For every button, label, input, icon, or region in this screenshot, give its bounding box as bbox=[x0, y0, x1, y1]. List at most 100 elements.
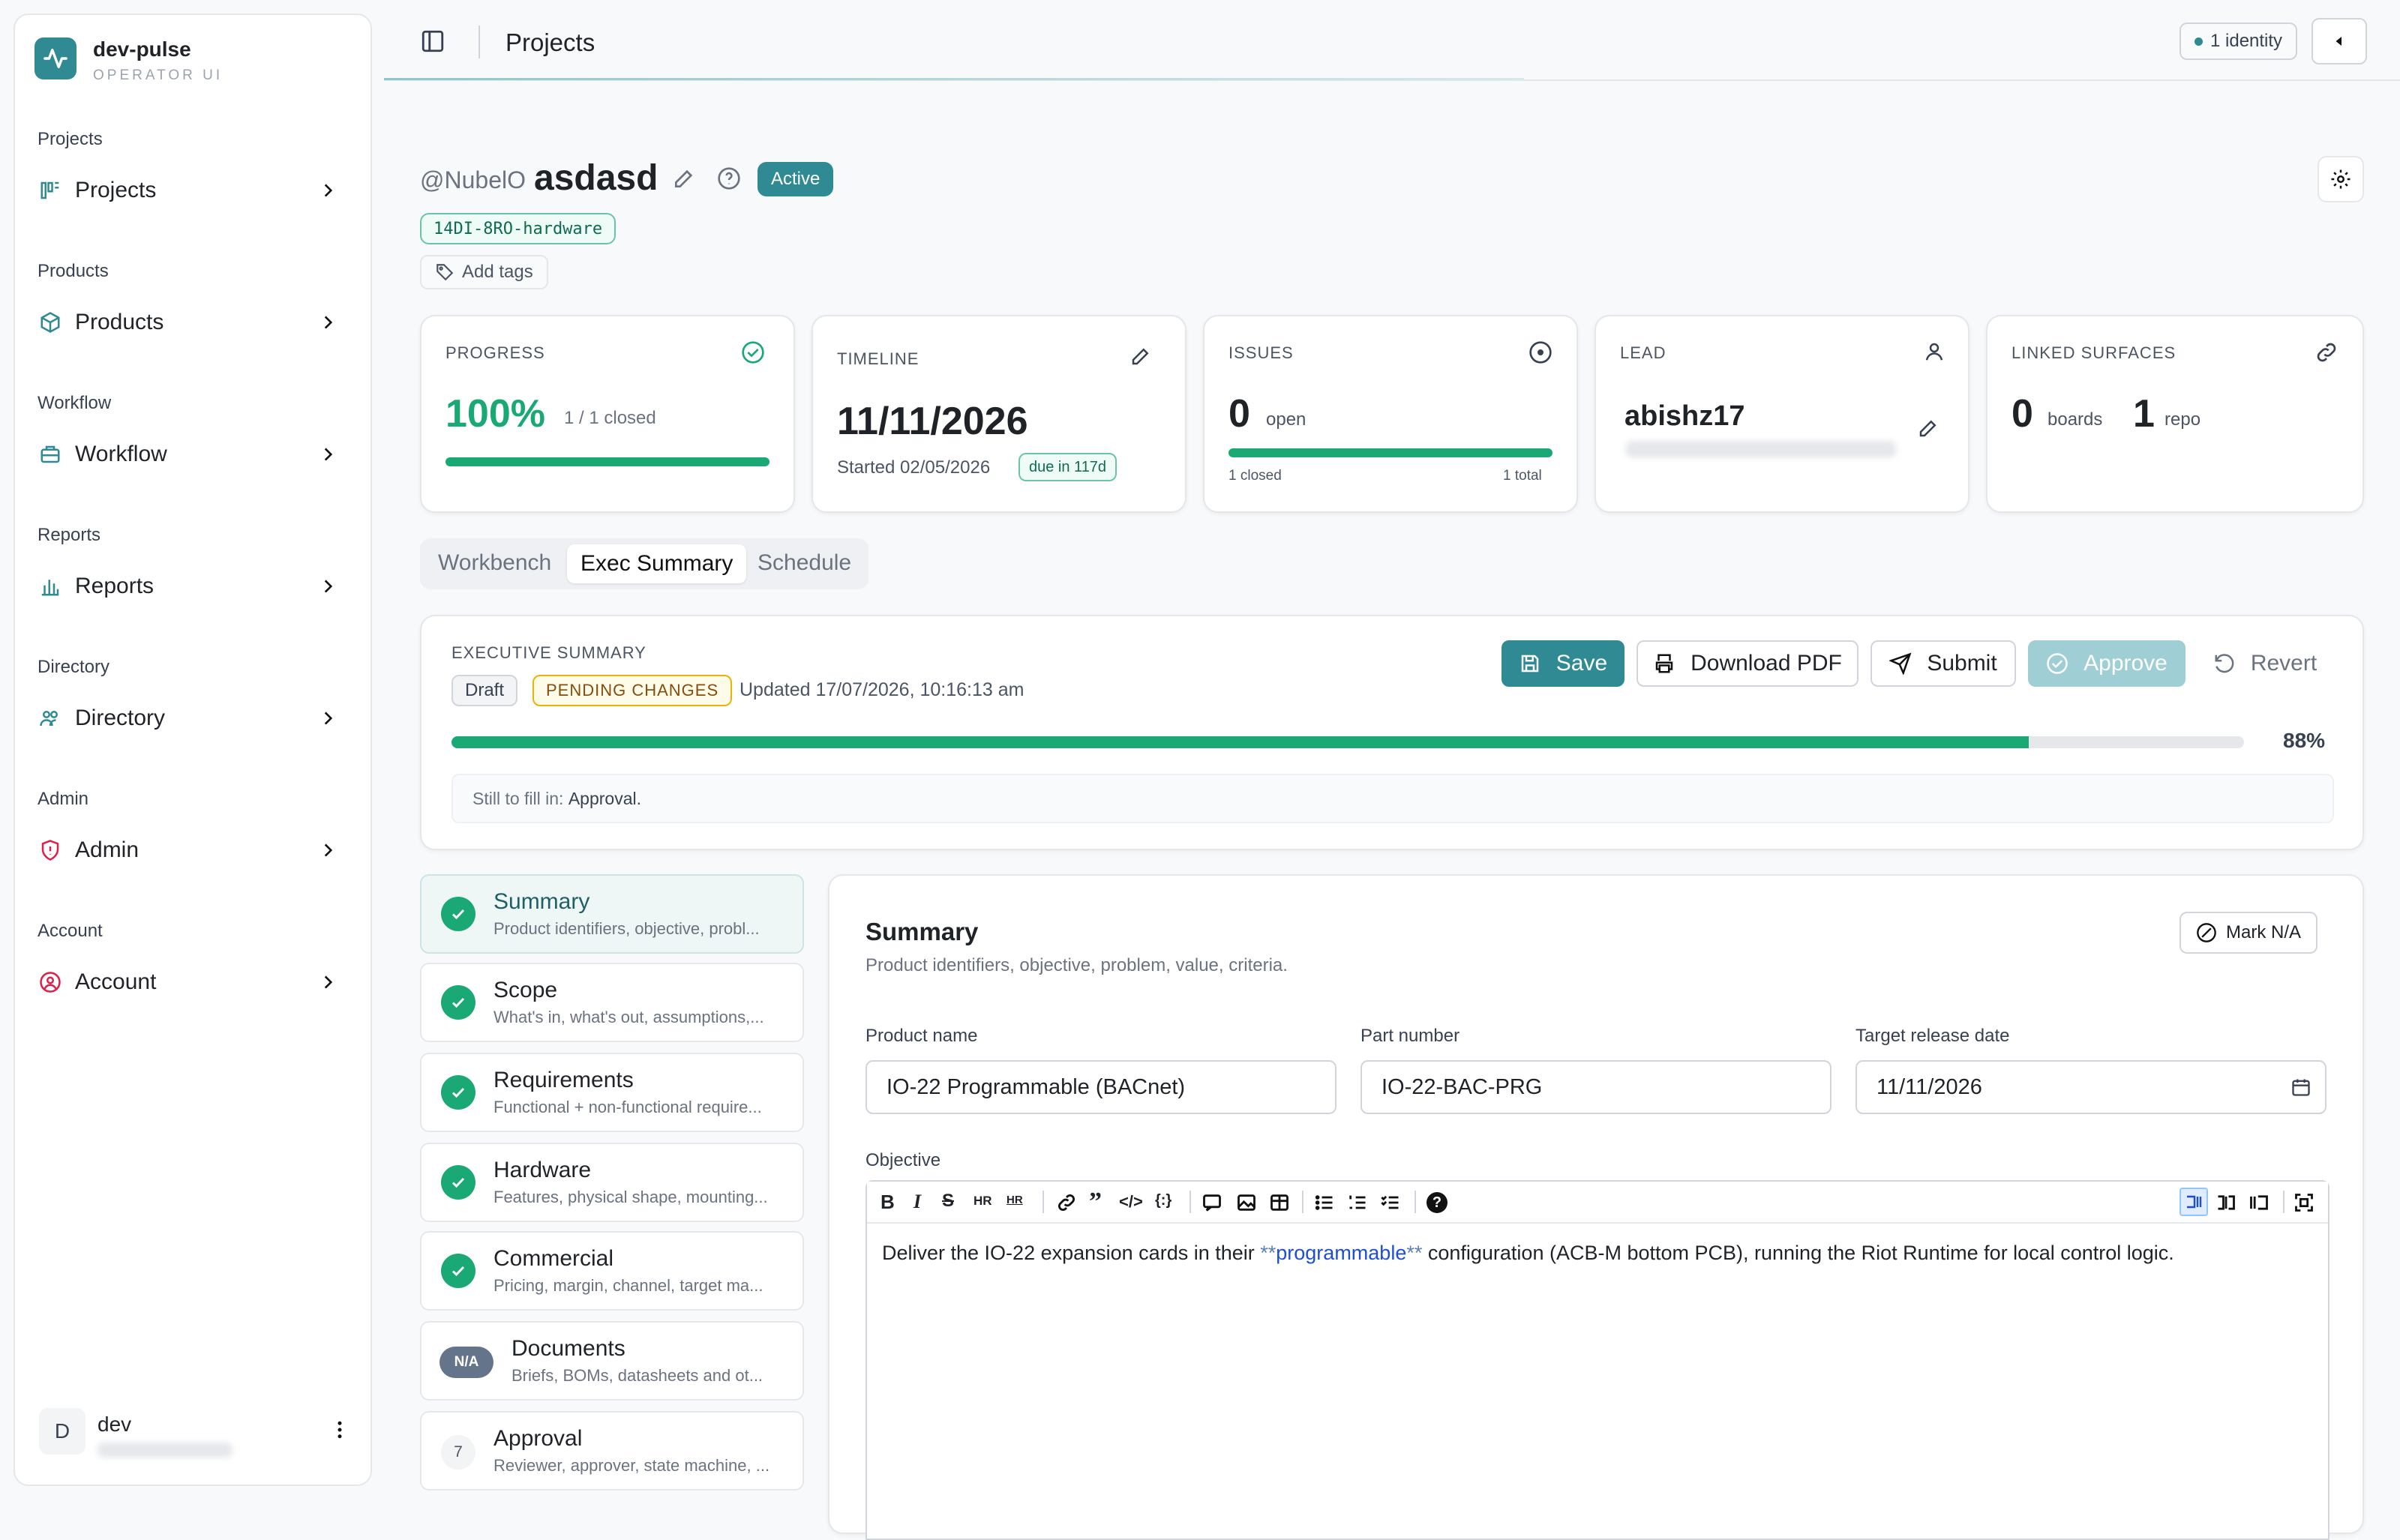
split-view-icon[interactable] bbox=[2216, 1192, 2236, 1213]
pencil-icon[interactable] bbox=[1917, 417, 1940, 443]
sidebar-item-projects[interactable]: Projects bbox=[38, 168, 360, 213]
step-requirements[interactable]: Requirements Functional + non-functional… bbox=[420, 1053, 804, 1132]
issues-track bbox=[1228, 448, 1552, 457]
sidebar-item-label: Reports bbox=[75, 574, 154, 598]
image-icon[interactable] bbox=[1236, 1192, 1257, 1213]
sidebar-item-workflow[interactable]: Workflow bbox=[38, 432, 360, 477]
save-button[interactable]: Save bbox=[1502, 640, 1624, 687]
checklist-icon[interactable] bbox=[1380, 1192, 1401, 1213]
sidebar-item-label: Products bbox=[75, 310, 164, 334]
settings-button[interactable] bbox=[2318, 156, 2364, 202]
add-tags-label: Add tags bbox=[462, 262, 533, 282]
timeline-label: TIMELINE bbox=[837, 349, 920, 368]
release-date-input[interactable]: 11/11/2026 bbox=[1856, 1060, 2326, 1114]
project-code-tag[interactable]: 14DI-8RO-hardware bbox=[420, 213, 616, 244]
code-icon[interactable]: </> bbox=[1119, 1192, 1143, 1212]
tab-exec-summary[interactable]: Exec Summary bbox=[567, 544, 747, 583]
collapse-button[interactable] bbox=[2312, 18, 2367, 64]
boards-label: boards bbox=[2048, 409, 2103, 430]
italic-icon[interactable]: I bbox=[914, 1191, 921, 1213]
table-icon[interactable] bbox=[1269, 1192, 1290, 1213]
sidebar-item-products[interactable]: Products bbox=[38, 300, 360, 345]
sidebar-item-admin[interactable]: Admin bbox=[38, 828, 360, 873]
product-name-input[interactable]: IO-22 Programmable (BACnet) bbox=[866, 1060, 1336, 1114]
linked-surfaces-card: LINKED SURFACES 0 boards 1 repo bbox=[1986, 315, 2364, 513]
project-owner: @NubelO bbox=[420, 166, 526, 193]
repos-label: repo bbox=[2164, 409, 2201, 430]
tab-schedule[interactable]: Schedule bbox=[746, 550, 863, 576]
bullet-list-icon[interactable] bbox=[1314, 1192, 1335, 1213]
preview-icon[interactable] bbox=[2248, 1192, 2270, 1213]
chevron-right-icon bbox=[318, 972, 338, 998]
pencil-icon[interactable] bbox=[672, 166, 696, 194]
progress-label: PROGRESS bbox=[446, 343, 545, 362]
more-vertical-icon[interactable] bbox=[328, 1419, 351, 1445]
tab-workbench[interactable]: Workbench bbox=[426, 550, 563, 576]
download-pdf-button[interactable]: Download PDF bbox=[1636, 640, 1858, 687]
release-date-label: Target release date bbox=[1856, 1026, 2010, 1046]
help-circle-icon[interactable] bbox=[717, 166, 741, 194]
lead-label: LEAD bbox=[1620, 343, 1666, 362]
step-approval[interactable]: 7 Approval Reviewer, approver, state mac… bbox=[420, 1411, 804, 1491]
objective-editor[interactable]: B I S HR HR ” </> {:} ? Deliver the IO-2… bbox=[866, 1180, 2330, 1540]
kanban-icon bbox=[38, 178, 63, 203]
approve-button[interactable]: Approve bbox=[2028, 640, 2186, 687]
sidebar: dev-pulse OPERATOR UI Projects Projects … bbox=[14, 13, 372, 1486]
objective-label: Objective bbox=[866, 1150, 941, 1170]
step-documents[interactable]: N/A Documents Briefs, BOMs, datasheets a… bbox=[420, 1321, 804, 1401]
chevron-right-icon bbox=[318, 577, 338, 602]
nav-heading-products: Products bbox=[38, 261, 109, 281]
pencil-icon[interactable] bbox=[1130, 345, 1152, 371]
strikethrough-icon[interactable]: S bbox=[942, 1191, 954, 1212]
revert-button[interactable]: Revert bbox=[2198, 640, 2332, 687]
toolbar-divider bbox=[1414, 1191, 1416, 1213]
gear-icon bbox=[2331, 169, 2350, 189]
avatar[interactable]: D bbox=[39, 1408, 86, 1455]
submit-button[interactable]: Submit bbox=[1870, 640, 2016, 687]
part-number-input[interactable]: IO-22-BAC-PRG bbox=[1360, 1060, 1832, 1114]
calendar-icon[interactable] bbox=[2290, 1077, 2312, 1098]
na-badge: N/A bbox=[440, 1347, 494, 1378]
sidebar-item-label: Account bbox=[75, 969, 157, 994]
sidebar-item-reports[interactable]: Reports bbox=[38, 564, 360, 609]
toolbar-divider bbox=[1042, 1191, 1044, 1213]
product-name-label: Product name bbox=[866, 1026, 978, 1046]
sidebar-toggle-icon[interactable] bbox=[420, 28, 446, 58]
step-commercial[interactable]: Commercial Pricing, margin, channel, tar… bbox=[420, 1231, 804, 1311]
issues-card: ISSUES 0 open 1 closed 1 total bbox=[1203, 315, 1578, 513]
sidebar-item-account[interactable]: Account bbox=[38, 960, 360, 1005]
status-dot bbox=[2194, 37, 2203, 46]
step-subtitle: Features, physical shape, mounting... bbox=[494, 1188, 768, 1206]
heading-icon[interactable]: HR bbox=[974, 1194, 992, 1209]
step-subtitle: Pricing, margin, channel, target ma... bbox=[494, 1276, 764, 1295]
code-block-icon[interactable]: {:} bbox=[1155, 1192, 1172, 1209]
users-icon bbox=[38, 706, 63, 731]
numbered-list-icon[interactable] bbox=[1347, 1192, 1368, 1213]
mark-na-button[interactable]: Mark N/A bbox=[2180, 912, 2318, 954]
app-logo[interactable] bbox=[34, 37, 76, 79]
quote-icon[interactable]: ” bbox=[1089, 1188, 1102, 1216]
add-tags-button[interactable]: Add tags bbox=[420, 255, 548, 289]
sidebar-item-directory[interactable]: Directory bbox=[38, 696, 360, 741]
step-title: Hardware bbox=[494, 1158, 592, 1182]
step-scope[interactable]: Scope What's in, what's out, assumptions… bbox=[420, 963, 804, 1042]
link-icon[interactable] bbox=[1056, 1192, 1077, 1213]
bold-icon[interactable]: B bbox=[880, 1191, 895, 1214]
chevron-right-icon bbox=[318, 181, 338, 206]
objective-text[interactable]: Deliver the IO-22 expansion cards in the… bbox=[882, 1242, 2174, 1265]
issues-open-label: open bbox=[1266, 409, 1306, 430]
toolbar-divider bbox=[1190, 1191, 1191, 1213]
fullscreen-icon[interactable] bbox=[2294, 1192, 2314, 1213]
identity-badge[interactable]: 1 identity bbox=[2180, 22, 2298, 60]
step-title: Requirements bbox=[494, 1068, 634, 1092]
approve-label: Approve bbox=[2084, 651, 2168, 676]
exec-percent: 88% bbox=[2283, 729, 2326, 752]
markdown-marker: ** bbox=[1406, 1242, 1423, 1264]
edit-mode-icon[interactable] bbox=[2180, 1188, 2208, 1216]
help-icon[interactable]: ? bbox=[1426, 1192, 1448, 1213]
horizontal-rule-icon[interactable]: HR bbox=[1006, 1194, 1023, 1206]
step-summary[interactable]: Summary Product identifiers, objective, … bbox=[420, 874, 804, 954]
step-hardware[interactable]: Hardware Features, physical shape, mount… bbox=[420, 1143, 804, 1222]
step-subtitle: Briefs, BOMs, datasheets and ot... bbox=[512, 1366, 764, 1385]
comment-icon[interactable] bbox=[1202, 1192, 1222, 1213]
